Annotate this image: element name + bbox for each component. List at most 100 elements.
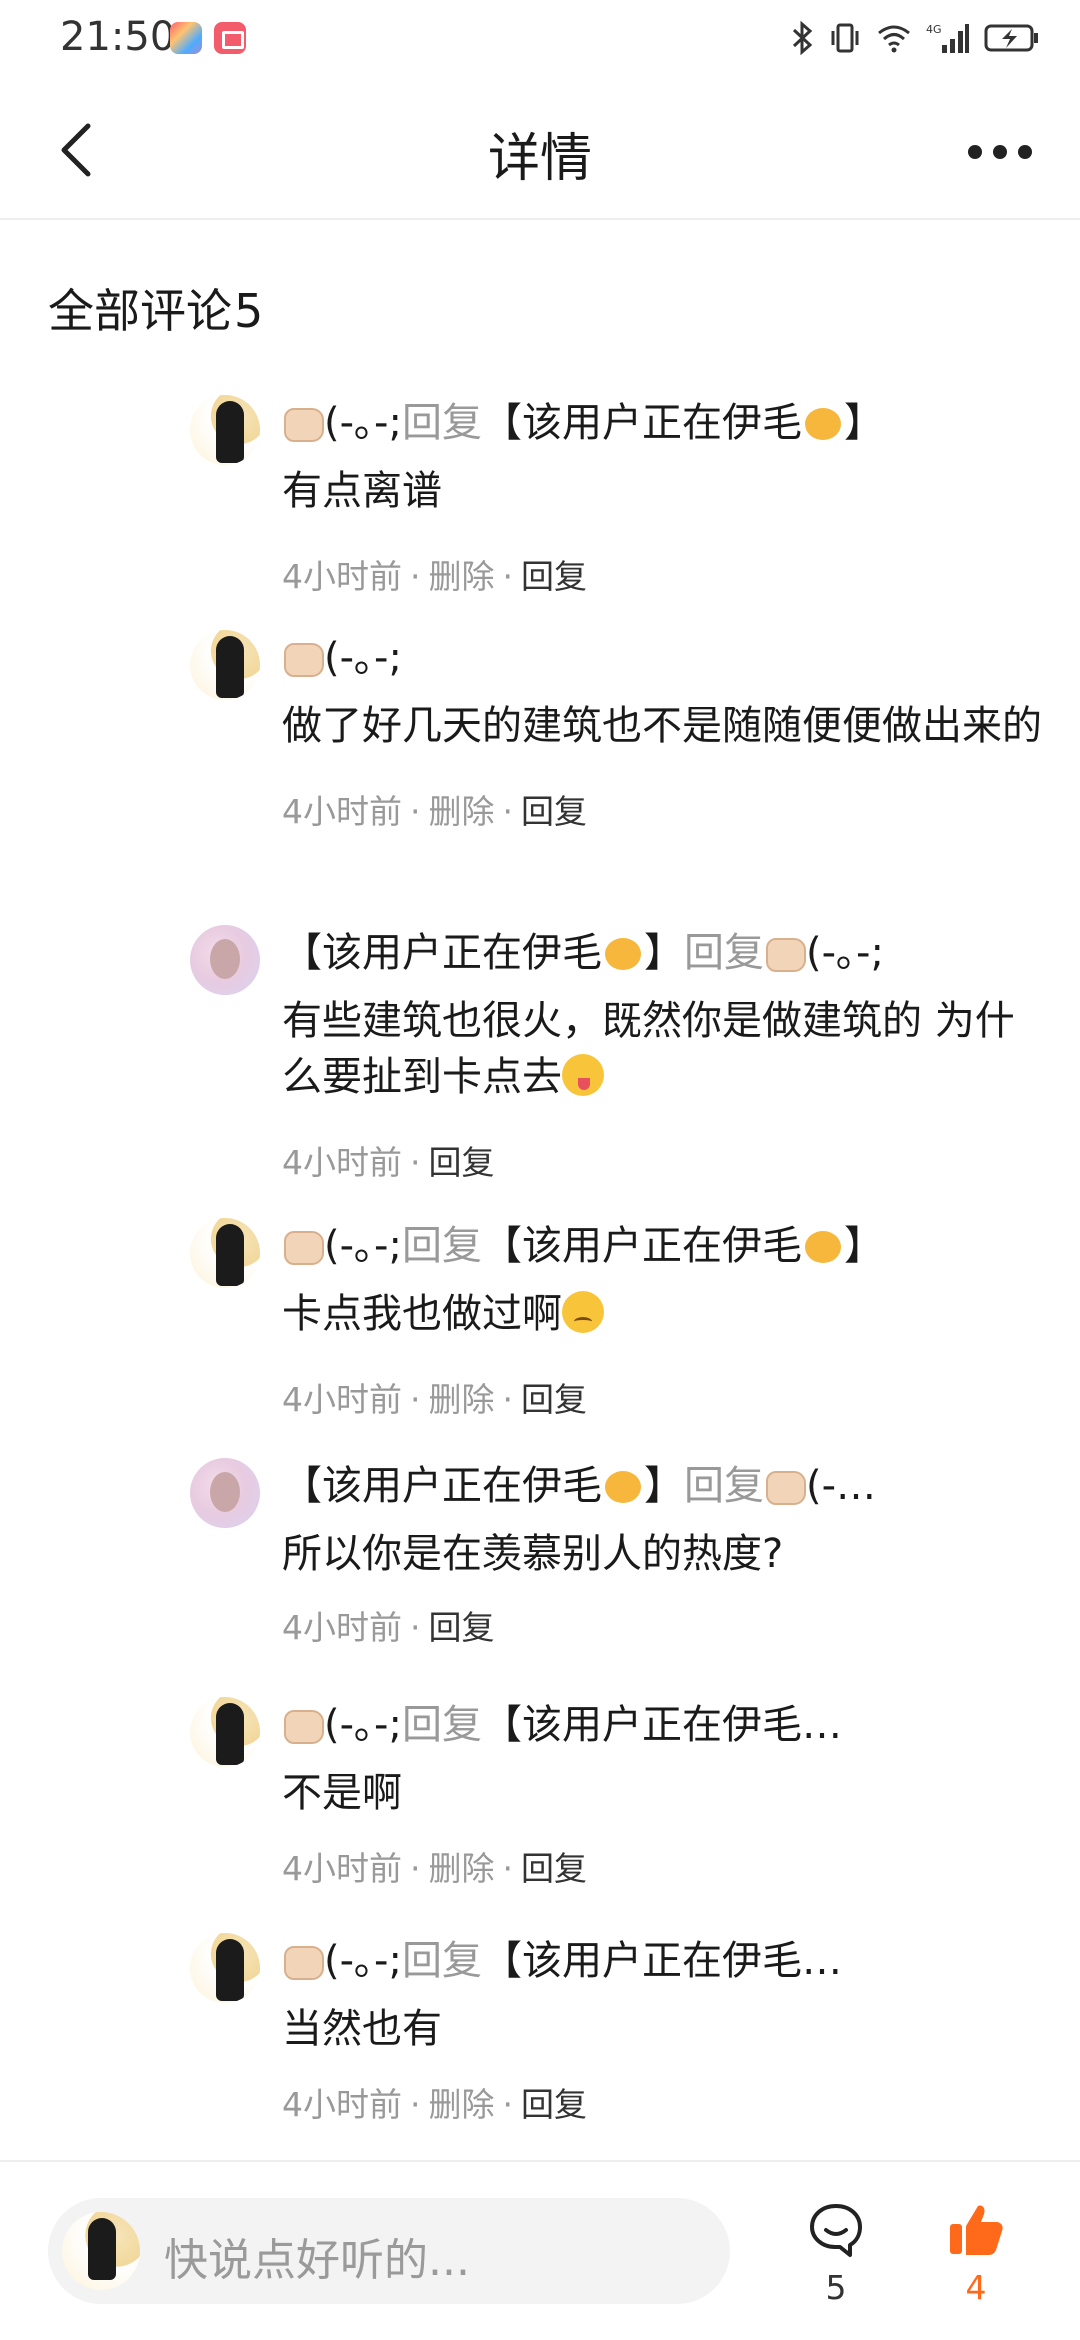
battery-charging-icon — [984, 24, 1038, 52]
page-title: 详情 — [487, 129, 592, 189]
delete-button[interactable]: 删除 — [429, 1849, 495, 1888]
sad-face-emoji-icon — [562, 1291, 604, 1333]
avatar[interactable] — [190, 1933, 260, 2003]
comment-time: 4小时前 — [282, 557, 402, 596]
comment-time: 4小时前 — [282, 1608, 402, 1647]
fist-emoji-icon — [282, 641, 324, 677]
delete-button[interactable]: 删除 — [429, 1380, 495, 1419]
like-count: 4 — [965, 2268, 987, 2307]
comment-author[interactable]: (-｡-; — [324, 1938, 402, 1984]
fist-emoji-icon — [282, 1944, 324, 1980]
avatar[interactable] — [190, 630, 260, 700]
comment-text: 有点离谱 — [282, 468, 442, 514]
fist-emoji-icon — [282, 1229, 324, 1265]
fist-emoji-icon — [282, 1708, 324, 1744]
comment-input-placeholder: 快说点好听的... — [164, 2235, 470, 2286]
4g-signal-icon: 4G — [926, 23, 969, 53]
comment-meta: 4小时前 · 删除 · 回复 — [282, 2085, 587, 2124]
comment-header: (-｡-;回复【该用户正在伊毛… — [282, 1697, 1042, 1753]
comment-text: 当然也有 — [282, 2006, 442, 2052]
svg-text:4G: 4G — [926, 23, 942, 36]
reply-button[interactable]: 回复 — [429, 1608, 495, 1647]
delete-button[interactable]: 删除 — [429, 2085, 495, 2124]
reply-target[interactable]: 【该用户正在伊毛… — [482, 1938, 842, 1984]
crying-cat-emoji-icon — [602, 1465, 644, 1505]
avatar[interactable] — [190, 925, 260, 995]
comment-author[interactable]: (-｡-; — [324, 1702, 402, 1748]
reply-target[interactable]: (-… — [806, 1463, 876, 1509]
status-icons: 4G — [790, 18, 1040, 58]
comment-meta: 4小时前 · 删除 · 回复 — [282, 1380, 587, 1419]
reply-target[interactable]: 【该用户正在伊毛… — [482, 1702, 842, 1748]
vibrate-icon — [831, 23, 859, 53]
yum-face-emoji-icon — [562, 1054, 604, 1096]
comments-section-title: 全部评论5 — [48, 284, 264, 338]
comment-input[interactable]: 快说点好听的... — [48, 2198, 730, 2304]
comment-author[interactable]: (-｡-; — [324, 1223, 402, 1269]
avatar[interactable] — [190, 1458, 260, 1528]
reply-target[interactable]: 【该用户正在伊毛 — [482, 400, 802, 446]
reply-button[interactable]: 回复 — [521, 557, 587, 596]
crying-cat-emoji-icon — [802, 1225, 844, 1265]
avatar[interactable] — [190, 1218, 260, 1288]
comment-header: 【该用户正在伊毛 】回复 (-… — [282, 1463, 877, 1509]
comment-header: 【该用户正在伊毛 】回复 (-｡-; — [282, 930, 884, 976]
reply-button[interactable]: 回复 — [521, 2085, 587, 2124]
comment-header: (-｡-;回复【该用户正在伊毛】 — [282, 395, 1042, 451]
avatar — [62, 2212, 140, 2290]
reply-target[interactable]: 【该用户正在伊毛 — [482, 1223, 802, 1269]
more-options-button[interactable] — [960, 122, 1040, 182]
comment-text: 卡点我也做过啊 — [282, 1286, 1042, 1342]
book-app-notification-icon — [214, 22, 246, 54]
comment-header: (-｡-; — [282, 630, 1042, 686]
like-button[interactable]: 4 — [940, 2200, 1012, 2310]
status-time: 21:50 — [60, 14, 176, 60]
status-bar: 21:50 4G — [0, 0, 1080, 78]
delete-button[interactable]: 删除 — [429, 792, 495, 831]
comment-time: 4小时前 — [282, 1380, 402, 1419]
fist-emoji-icon — [764, 936, 806, 972]
fist-emoji-icon — [764, 1469, 806, 1505]
comment-time: 4小时前 — [282, 1143, 402, 1182]
comment-button[interactable]: 5 — [800, 2200, 872, 2310]
comment-author[interactable]: 【该用户正在伊毛 — [282, 1463, 602, 1509]
fist-emoji-icon — [282, 406, 324, 442]
avatar[interactable] — [190, 1697, 260, 1767]
bottom-comment-bar: 快说点好听的... 5 4 — [0, 2160, 1080, 2340]
more-dots-icon — [968, 145, 982, 159]
app-notification-icon — [170, 22, 202, 54]
reply-button[interactable]: 回复 — [429, 1143, 495, 1182]
comment-time: 4小时前 — [282, 2085, 402, 2124]
comment-author[interactable]: (-｡-; — [324, 400, 402, 446]
comment-meta: 4小时前 · 删除 · 回复 — [282, 557, 587, 596]
comment-header: (-｡-;回复【该用户正在伊毛… — [282, 1933, 1042, 1989]
comment-text: 有些建筑也很火，既然你是做建筑的 为什么要扯到卡点去 — [282, 998, 1015, 1100]
comment-count: 5 — [825, 2268, 847, 2307]
comment-text: 做了好几天的建筑也不是随随便便做出来的 — [282, 703, 1042, 749]
top-navigation-bar: 详情 — [0, 78, 1080, 220]
comment-text: 不是啊 — [282, 1770, 402, 1816]
comment-meta: 4小时前 · 回复 — [282, 1143, 495, 1182]
comment-time: 4小时前 — [282, 792, 402, 831]
wifi-icon — [878, 25, 910, 53]
thumbs-up-icon — [950, 2205, 1003, 2255]
comment-header: (-｡-;回复【该用户正在伊毛】 — [282, 1218, 1042, 1274]
comment-text: 所以你是在羡慕别人的热度? — [282, 1531, 784, 1577]
bluetooth-icon — [792, 21, 813, 55]
comment-meta: 4小时前 · 回复 — [282, 1608, 495, 1647]
reply-button[interactable]: 回复 — [521, 792, 587, 831]
reply-button[interactable]: 回复 — [521, 1380, 587, 1419]
comment-bubble-icon — [810, 2204, 862, 2257]
comment-author[interactable]: (-｡-; — [324, 635, 402, 681]
crying-cat-emoji-icon — [602, 932, 644, 972]
comment-time: 4小时前 — [282, 1849, 402, 1888]
comment-meta: 4小时前 · 删除 · 回复 — [282, 792, 587, 831]
reply-button[interactable]: 回复 — [521, 1849, 587, 1888]
comment-meta: 4小时前 · 删除 · 回复 — [282, 1849, 587, 1888]
delete-button[interactable]: 删除 — [429, 557, 495, 596]
comments-count: 5 — [234, 284, 264, 338]
avatar[interactable] — [190, 395, 260, 465]
crying-cat-emoji-icon — [802, 402, 844, 442]
comment-author[interactable]: 【该用户正在伊毛 — [282, 930, 602, 976]
reply-target[interactable]: (-｡-; — [806, 930, 884, 976]
